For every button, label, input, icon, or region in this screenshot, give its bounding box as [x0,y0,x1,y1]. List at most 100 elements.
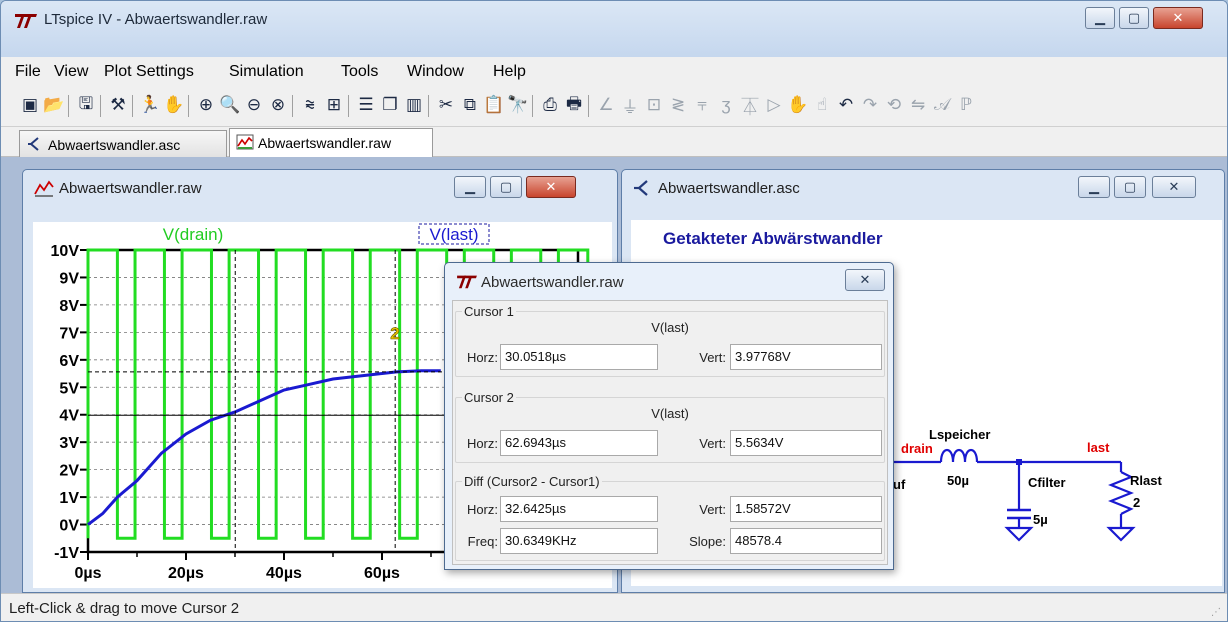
trace-label-vlast[interactable]: V(last) [429,225,478,244]
resistor-symbol[interactable] [1108,471,1134,515]
run-icon[interactable]: 🏃 [139,94,161,116]
res-name: Rlast [1130,473,1162,488]
res-value: 2 [1133,495,1140,510]
open-icon[interactable]: 📂 [43,94,65,116]
y-tick-label: -1V [54,545,79,562]
cursor2-group: Cursor 2 V(last) Horz: 62.6943µs Vert: 5… [455,390,885,463]
close-button[interactable]: ✕ [1153,7,1203,29]
component-icon[interactable]: ▷ [763,94,785,116]
zoom-area-icon[interactable]: 🔍 [219,94,241,116]
y-tick-label: 7V [59,325,79,342]
autorange-icon[interactable]: ⩬ [299,94,321,116]
ground-icon[interactable]: ⏚ [619,94,641,117]
menu-plot-settings-label: Plot Settings [104,63,194,80]
tab-schematic[interactable]: Abwaertswandler.asc [19,130,227,157]
draw-wire-icon[interactable]: ∠ [595,94,617,116]
schematic-maximize-button[interactable]: ▢ [1114,176,1146,198]
maximize-button[interactable]: ▢ [1119,7,1149,29]
menu-plot-settings[interactable]: Plot Settings [104,63,194,81]
y-tick-label: 3V [59,435,79,452]
menu-simulation[interactable]: Simulation [229,63,304,81]
maximize-icon: ▢ [499,179,513,194]
cursor2-horz-field[interactable]: 62.6943µs [500,430,658,456]
copy-icon[interactable]: ⧉ [459,94,481,116]
tab-waveform[interactable]: Abwaertswandler.raw [229,128,433,158]
halt-icon[interactable]: ✋ [163,94,185,116]
diff-vert-label: Vert: [699,502,726,517]
series-vlast-line[interactable] [87,369,441,526]
plot-close-button[interactable]: ✕ [526,176,576,198]
trace-label-vdrain[interactable]: V(drain) [163,225,223,244]
ltspice-logo-icon [15,14,37,28]
cursor1-vert-field[interactable]: 3.97768V [730,344,882,370]
x-tick-label: 20µs [168,565,204,582]
find-icon[interactable]: 🔭 [507,94,529,116]
waveform-icon [34,180,54,197]
menu-window[interactable]: Window [407,63,464,81]
cursor2-group-label: Cursor 2 [462,390,516,405]
resize-grip-icon[interactable]: ⋰ [1211,608,1223,620]
ground-res-icon [1106,526,1136,542]
print-icon[interactable]: 🖶 [563,94,585,116]
minimize-icon: ▁ [1095,10,1105,25]
save-icon[interactable]: 🖫 [75,94,97,116]
cursor1-horz-field[interactable]: 30.0518µs [500,344,658,370]
spice-directive-icon[interactable]: ℙ [955,94,977,116]
toolbar-separator [100,95,101,117]
schematic-close-button[interactable]: ✕ [1152,176,1196,198]
move-icon[interactable]: ✋ [787,94,809,116]
plot-setup-icon[interactable]: ⊞ [323,94,345,116]
rotate-icon[interactable]: ⟲ [883,94,905,116]
label-net-icon[interactable]: ⊡ [643,94,665,116]
mirror-icon[interactable]: ⇋ [907,94,929,116]
control-panel-icon[interactable]: ⚒ [107,94,129,116]
redo-icon[interactable]: ↷ [859,94,881,116]
diff-horz-field[interactable]: 32.6425µs [500,496,658,522]
drag-icon[interactable]: ☝ [811,94,833,116]
diff-slope-field[interactable]: 48578.4 [730,528,882,554]
diff-freq-field[interactable]: 30.6349KHz [500,528,658,554]
menu-help[interactable]: Help [493,63,526,81]
menu-file[interactable]: File [15,63,41,81]
plot-maximize-button[interactable]: ▢ [490,176,522,198]
undo-icon[interactable]: ↶ [835,94,857,116]
diode-icon[interactable]: ⏄ [739,94,761,117]
capacitor-icon[interactable]: ⫧ [691,94,713,116]
new-schematic-icon[interactable]: ▣ [19,94,41,116]
print-preview-icon[interactable]: ⎙ [539,94,561,116]
schematic-minimize-button[interactable]: ▁ [1078,176,1110,198]
toolbar-separator [132,95,133,117]
y-tick-label: 10V [51,243,80,260]
menu-view-label: View [54,63,89,80]
cursor-2-marker[interactable]: 2 [390,324,400,344]
cascade-icon[interactable]: ❐ [379,94,401,116]
menu-tools[interactable]: Tools [341,63,378,81]
tile-horizontal-icon[interactable]: ☰ [355,94,377,116]
y-tick-label: 5V [59,380,79,397]
close-icon: ✕ [1168,179,1180,194]
maximize-icon: ▢ [1127,10,1141,25]
dialog-close-button[interactable]: ✕ [845,269,885,291]
text-icon[interactable]: 𝒜 [931,94,953,116]
cursor2-vert-field[interactable]: 5.5634V [730,430,882,456]
menu-view[interactable]: View [54,63,88,81]
zoom-out-icon[interactable]: ⊖ [243,94,265,116]
app-window: LTspice IV - Abwaertswandler.raw ▁ ▢ ✕ F… [0,0,1228,622]
resistor-icon[interactable]: ≷ [667,94,689,116]
plot-minimize-button[interactable]: ▁ [454,176,486,198]
tile-vertical-icon[interactable]: ▥ [403,94,425,116]
inductor-icon[interactable]: ʒ [715,94,737,116]
zoom-in-icon[interactable]: ⊕ [195,94,217,116]
cut-icon[interactable]: ✂ [435,94,457,116]
inductor-symbol[interactable] [939,448,979,463]
zoom-cancel-icon[interactable]: ⊗ [267,94,289,116]
minimize-button[interactable]: ▁ [1085,7,1115,29]
diff-vert-field[interactable]: 1.58572V [730,496,882,522]
menu-window-label: Window [407,63,464,80]
cursor2-trace: V(last) [651,406,689,421]
cursor1-vert-label: Vert: [699,350,726,365]
cursor2-vert-label: Vert: [699,436,726,451]
menu-tools-label: Tools [341,63,379,80]
diff-group: Diff (Cursor2 - Cursor1) Horz: 32.6425µs… [455,474,885,561]
paste-icon[interactable]: 📋 [483,94,505,116]
